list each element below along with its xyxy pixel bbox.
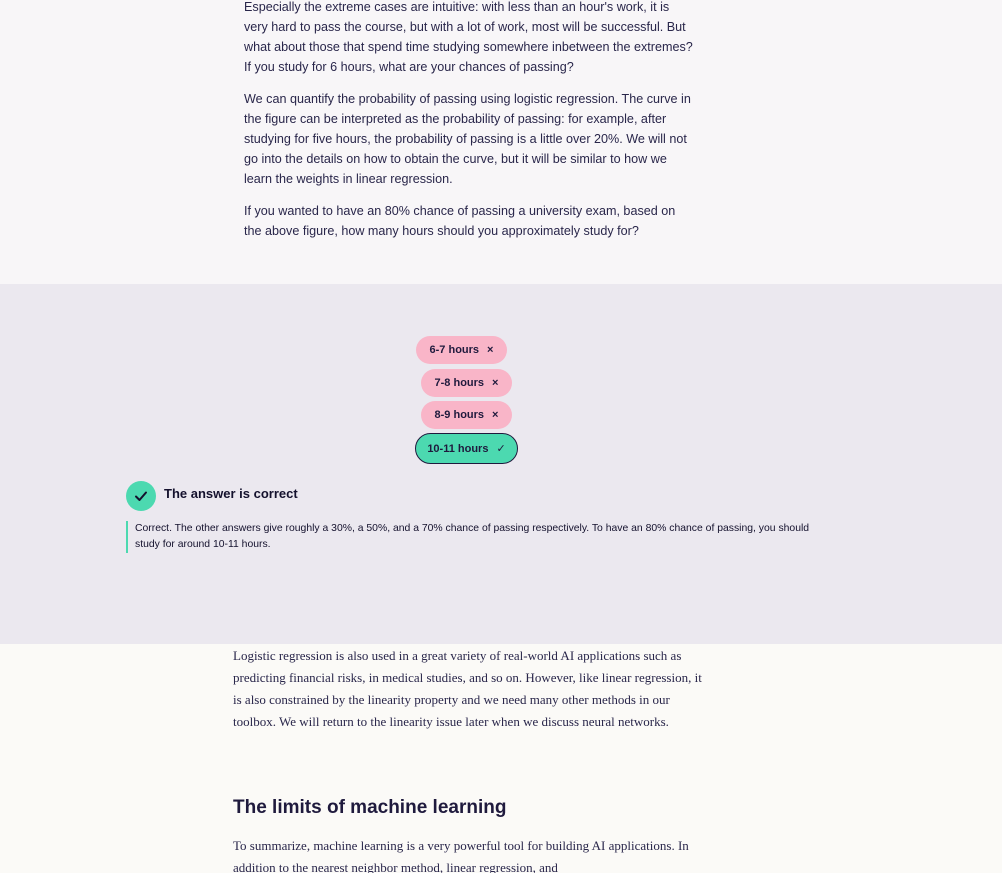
quiz-question: If you wanted to have an 80% chance of p…: [244, 204, 676, 238]
wrong-x-icon: ×: [492, 409, 499, 421]
answer-option-7-8-hours[interactable]: 7-8 hours ×: [421, 369, 512, 397]
answer-option-label: 6-7 hours: [429, 344, 480, 356]
answer-option-10-11-hours[interactable]: 10-11 hours ✓: [415, 433, 518, 464]
answer-option-label: 8-9 hours: [434, 409, 485, 421]
content-section: Logistic regression is also used in a gr…: [0, 644, 1002, 873]
correct-check-icon: [126, 481, 156, 511]
check-icon: ✓: [496, 443, 506, 455]
intro-section: Especially the extreme cases are intuiti…: [0, 0, 1002, 284]
answer-feedback: Correct. The other answers give roughly …: [126, 521, 825, 553]
body-paragraph: Logistic regression is also used in a gr…: [233, 648, 702, 729]
answer-option-label: 7-8 hours: [434, 377, 485, 389]
body-paragraph: To summarize, machine learning is a very…: [233, 838, 689, 873]
intro-paragraph: We can quantify the probability of passi…: [244, 92, 691, 186]
answer-option-label: 10-11 hours: [427, 442, 489, 455]
intro-paragraph: Especially the extreme cases are intuiti…: [244, 0, 693, 74]
quiz-section: 6-7 hours × 7-8 hours × 8-9 hours × 10-1…: [0, 284, 1002, 644]
answer-option-8-9-hours[interactable]: 8-9 hours ×: [421, 401, 512, 429]
result-title: The answer is correct: [164, 486, 298, 501]
wrong-x-icon: ×: [487, 344, 494, 356]
section-heading: The limits of machine learning: [233, 797, 507, 818]
wrong-x-icon: ×: [492, 377, 499, 389]
answer-option-6-7-hours[interactable]: 6-7 hours ×: [416, 336, 507, 364]
